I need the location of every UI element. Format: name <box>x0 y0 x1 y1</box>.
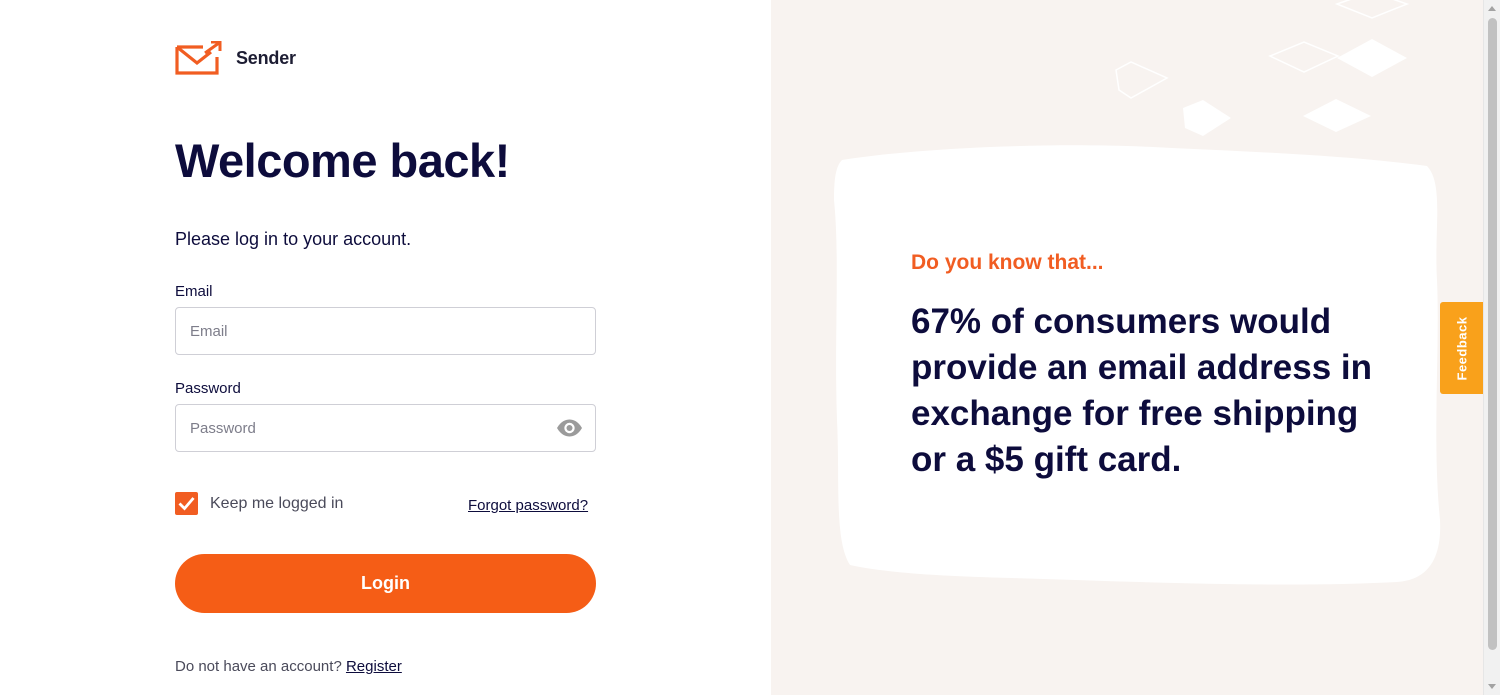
page-subtitle: Please log in to your account. <box>175 229 412 249</box>
scroll-up-icon[interactable] <box>1488 6 1496 11</box>
email-label: Email <box>175 283 213 300</box>
eye-icon[interactable] <box>556 419 583 437</box>
password-input[interactable] <box>175 404 596 452</box>
decorative-diamonds <box>1115 0 1410 136</box>
login-panel: Sender Welcome back! Please log in to yo… <box>0 0 771 695</box>
checkmark-icon <box>178 497 195 511</box>
register-prompt-line: Do not have an account? Register <box>175 658 402 675</box>
scroll-down-icon[interactable] <box>1488 684 1496 689</box>
page-scrollbar[interactable] <box>1483 0 1500 695</box>
forgot-password-link[interactable]: Forgot password? <box>468 497 588 514</box>
keep-logged-in-label[interactable]: Keep me logged in <box>210 495 343 513</box>
sender-logo[interactable]: Sender <box>175 41 296 75</box>
scrollbar-thumb[interactable] <box>1488 18 1497 650</box>
brand-name: Sender <box>236 47 296 68</box>
promo-fact-text: 67% of consumers would provide an email … <box>911 302 1372 479</box>
password-label: Password <box>175 380 241 397</box>
feedback-label: Feedback <box>1454 316 1470 380</box>
promo-heading: Do you know that... <box>911 251 1104 274</box>
page-title: Welcome back! <box>175 134 510 187</box>
register-prompt: Do not have an account? <box>175 658 342 675</box>
register-link[interactable]: Register <box>346 658 402 675</box>
email-input[interactable] <box>175 307 596 355</box>
keep-logged-in-checkbox[interactable] <box>175 492 198 515</box>
login-button[interactable]: Login <box>175 554 596 613</box>
feedback-tab[interactable]: Feedback <box>1440 302 1483 394</box>
envelope-logo-icon <box>175 41 222 75</box>
